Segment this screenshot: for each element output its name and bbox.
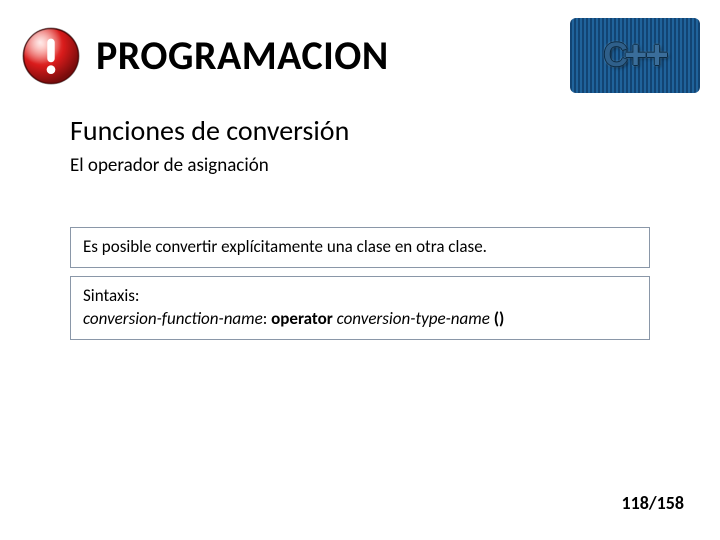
cpp-logo: C++ [570, 18, 700, 93]
syntax-type-name: conversion-type-name [337, 308, 490, 329]
cpp-logo-plus: ++ [624, 33, 667, 78]
section-subtitle: El operador de asignación [70, 154, 650, 177]
cpp-logo-text: C++ [603, 33, 666, 78]
syntax-label: Sintaxis: [83, 285, 637, 308]
slide-content: Funciones de conversión El operador de a… [0, 103, 720, 340]
syntax-func-name: conversion-function-name [83, 308, 263, 329]
cpp-logo-c: C [603, 36, 626, 75]
exclamation-icon [20, 25, 82, 87]
slide-title: PROGRAMACION [96, 31, 562, 80]
info-box-2: Sintaxis: conversion-function-name: oper… [70, 276, 650, 340]
syntax-colon: : [263, 308, 271, 329]
info-box-1-text: Es posible convertir explícitamente una … [83, 236, 487, 257]
slide-header: PROGRAMACION C++ [0, 0, 720, 103]
page-number: 118/158 [622, 492, 684, 514]
syntax-line: conversion-function-name: operator conve… [83, 308, 504, 329]
syntax-parens: () [490, 308, 504, 329]
info-box-1: Es posible convertir explícitamente una … [70, 227, 650, 268]
section-title: Funciones de conversión [70, 113, 650, 148]
syntax-operator-kw: operator [271, 308, 333, 329]
